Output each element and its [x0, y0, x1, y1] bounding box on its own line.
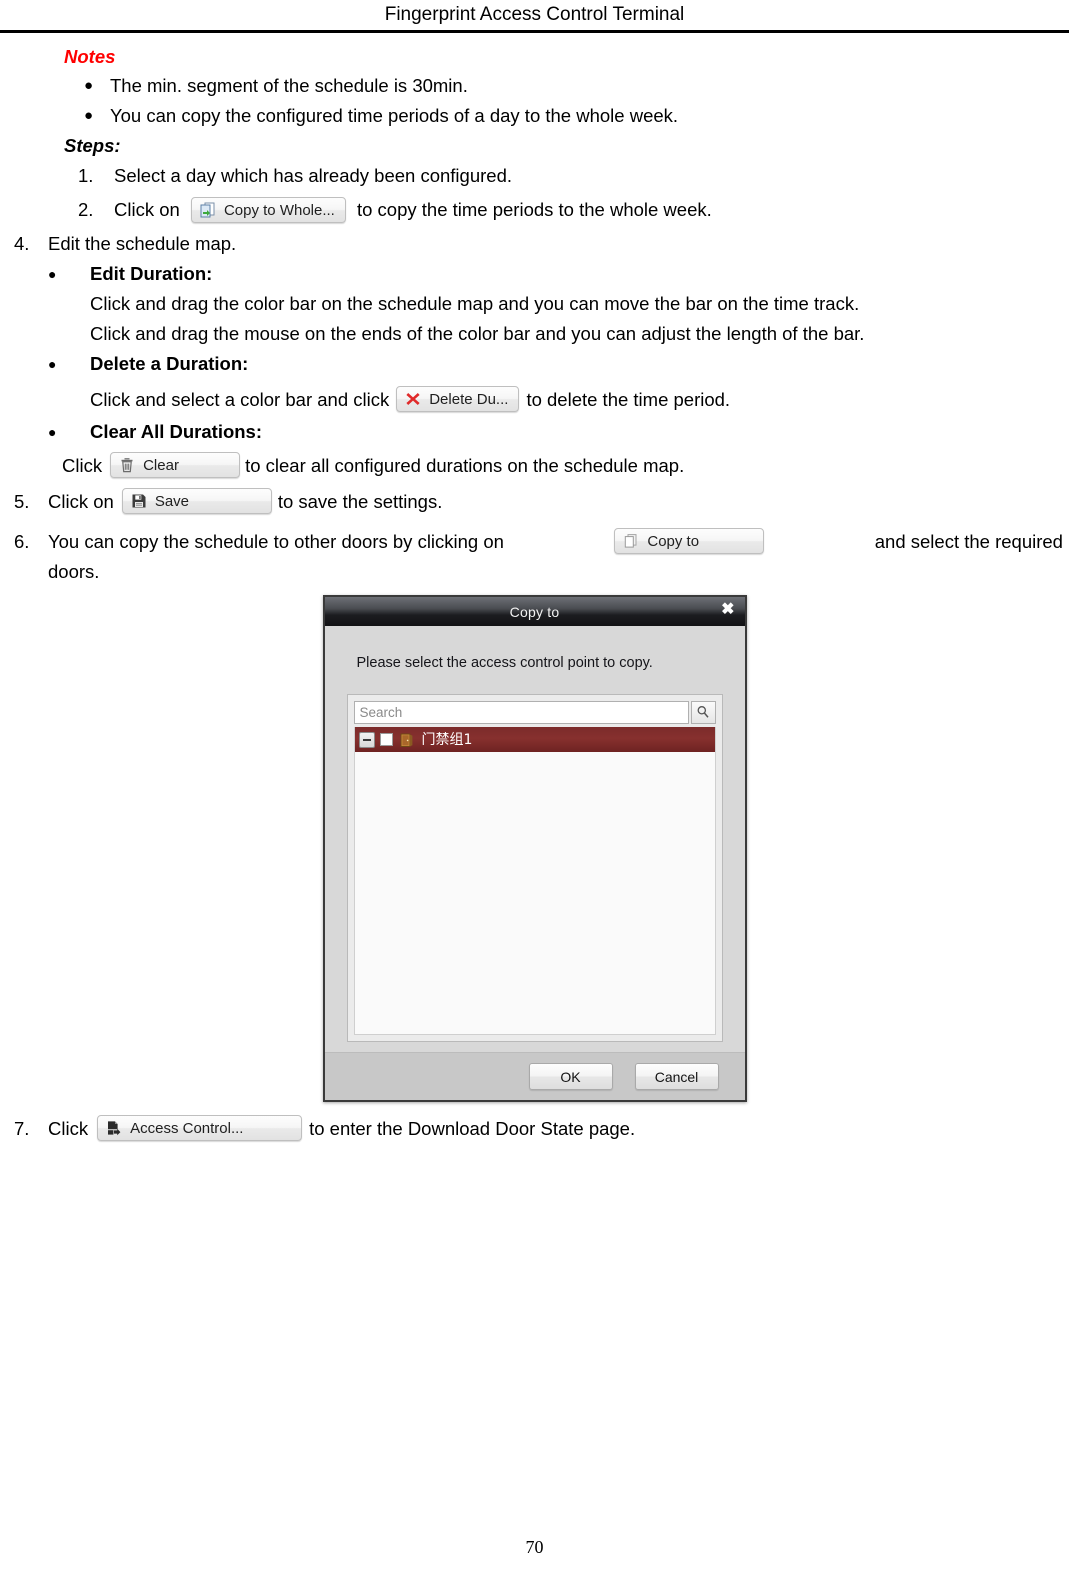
- magnifier-icon: [696, 698, 710, 728]
- notes-heading: Notes: [64, 46, 116, 67]
- access-control-prefix: Click: [48, 1118, 89, 1139]
- copy-to-dialog: Copy to ✖ Please select the access contr…: [322, 595, 747, 1102]
- edit-duration-line-2: Click and drag the mouse on the ends of …: [90, 323, 865, 344]
- header-title: Fingerprint Access Control Terminal: [384, 4, 685, 25]
- step-item-6: 6. You can copy the schedule to other do…: [14, 527, 1069, 557]
- step-text: Click Access Control... to enter the Dow…: [48, 1114, 1069, 1144]
- note-text: The min. segment of the schedule is 30mi…: [110, 75, 468, 96]
- copy-to-button[interactable]: Copy to: [614, 528, 765, 554]
- bullet-icon: ●: [48, 424, 57, 440]
- tree-panel: Search 门禁组1: [346, 694, 723, 1042]
- document-export-arrow-icon: [105, 1119, 123, 1137]
- step-suffix-text: to copy the time periods to the whole we…: [356, 199, 712, 220]
- bullet-icon: ●: [48, 266, 57, 282]
- clear-label: Clear: [143, 456, 179, 474]
- tree-list[interactable]: 门禁组1: [353, 727, 716, 1035]
- step-item-2: 2. Click on Copy to Whole... to copy the…: [78, 195, 1069, 225]
- step-text: Click on Copy to Whole... to copy the ti…: [114, 195, 712, 225]
- step-number: 1.: [78, 165, 94, 186]
- cancel-button[interactable]: Cancel: [634, 1063, 719, 1090]
- bullet-clear-all-durations: ● Clear All Durations:: [48, 417, 1069, 447]
- clear-instruction: Click Clear to clear all configured dura…: [62, 451, 1069, 481]
- step-text: Select a day which has already been conf…: [114, 165, 513, 186]
- bullet-title: Clear All Durations:: [90, 421, 263, 442]
- copy-to-label: Copy to: [647, 532, 700, 550]
- save-prefix: Click on: [48, 491, 114, 512]
- note-item: ● The min. segment of the schedule is 30…: [84, 71, 1069, 101]
- tree-row[interactable]: 门禁组1: [354, 727, 715, 752]
- step-item-5: 5. Click on Save to save the settings.: [14, 487, 1069, 517]
- dialog-footer: OK Cancel: [324, 1052, 745, 1100]
- delete-duration-prefix: Click and select a color bar and click: [90, 389, 390, 410]
- trash-can-icon: [118, 456, 136, 474]
- ok-button[interactable]: OK: [528, 1063, 613, 1090]
- tree-node-checkbox[interactable]: [379, 733, 393, 746]
- access-control-label: Access Control...: [130, 1119, 244, 1137]
- door-icon: [399, 732, 415, 748]
- delete-duration-instruction: Click and select a color bar and click D…: [90, 385, 1069, 415]
- steps-heading: Steps:: [64, 135, 121, 156]
- dialog-body: Please select the access control point t…: [324, 626, 745, 1052]
- delete-duration-button[interactable]: Delete Du...: [396, 386, 520, 412]
- access-control-suffix: to enter the Download Door State page.: [309, 1118, 636, 1139]
- page-header: Fingerprint Access Control Terminal: [0, 0, 1069, 33]
- bullet-icon: ●: [48, 356, 57, 372]
- copy-documents-icon: [622, 532, 640, 550]
- clear-button[interactable]: Clear: [110, 452, 241, 478]
- copy-to-whole-label: Copy to Whole...: [223, 201, 335, 219]
- bullet-icon: ●: [84, 77, 94, 94]
- dialog-title: Copy to: [509, 603, 560, 620]
- note-text: You can copy the configured time periods…: [110, 105, 679, 126]
- copy-to-suffix: and select the required: [874, 531, 1063, 552]
- bullet-title: Edit Duration:: [90, 263, 213, 284]
- save-label: Save: [154, 492, 190, 510]
- tree-node-label: 门禁组1: [421, 731, 473, 748]
- step-item-4: 4. Edit the schedule map.: [14, 229, 1069, 259]
- search-row: Search: [353, 701, 716, 724]
- clear-prefix: Click: [62, 455, 103, 476]
- step-6-line-2: doors.: [48, 561, 100, 582]
- step-number: 7.: [14, 1118, 30, 1139]
- search-button[interactable]: [690, 701, 716, 724]
- copy-to-prefix: You can copy the schedule to other doors…: [48, 531, 504, 552]
- bullet-title: Delete a Duration:: [90, 353, 249, 374]
- bullet-delete-duration: ● Delete a Duration:: [48, 349, 1069, 379]
- delete-duration-label: Delete Du...: [429, 390, 509, 408]
- dialog-prompt: Please select the access control point t…: [356, 655, 653, 671]
- delete-duration-suffix: to delete the time period.: [526, 389, 731, 410]
- note-item: ● You can copy the configured time perio…: [84, 101, 1069, 131]
- dialog-titlebar: Copy to ✖: [324, 597, 745, 626]
- step-prefix-text: Click on: [114, 199, 180, 220]
- search-input[interactable]: Search: [353, 701, 689, 724]
- step-number: 5.: [14, 491, 30, 512]
- step-text: You can copy the schedule to other doors…: [48, 527, 1063, 557]
- copy-to-whole-button[interactable]: Copy to Whole...: [190, 197, 346, 224]
- edit-duration-line-1: Click and drag the color bar on the sche…: [90, 293, 860, 314]
- step-item-7: 7. Click Access Control... to enter the …: [14, 1114, 1069, 1144]
- bullet-edit-duration: ● Edit Duration:: [48, 259, 1069, 289]
- collapse-icon[interactable]: [358, 731, 375, 748]
- header-divider: [0, 30, 1069, 33]
- page-number: 70: [525, 1537, 544, 1557]
- step-item-1: 1. Select a day which has already been c…: [78, 161, 1069, 191]
- step-text: Click on Save to save the settings.: [48, 487, 1069, 517]
- document-content: Notes ● The min. segment of the schedule…: [0, 43, 1069, 1144]
- save-button[interactable]: Save: [121, 488, 272, 514]
- close-icon[interactable]: ✖: [721, 601, 734, 619]
- clear-suffix: to clear all configured durations on the…: [245, 455, 685, 476]
- copy-documents-green-arrow-icon: [199, 201, 217, 219]
- floppy-disk-icon: [130, 492, 148, 510]
- red-x-icon: [404, 390, 422, 408]
- access-control-button[interactable]: Access Control...: [97, 1115, 303, 1141]
- step-text: Edit the schedule map.: [48, 233, 237, 254]
- bullet-icon: ●: [84, 107, 94, 124]
- step-number: 2.: [78, 199, 94, 220]
- step-number: 6.: [14, 531, 30, 552]
- copy-to-dialog-wrapper: Copy to ✖ Please select the access contr…: [0, 595, 1069, 1102]
- step-number: 4.: [14, 233, 30, 254]
- save-suffix: to save the settings.: [277, 491, 443, 512]
